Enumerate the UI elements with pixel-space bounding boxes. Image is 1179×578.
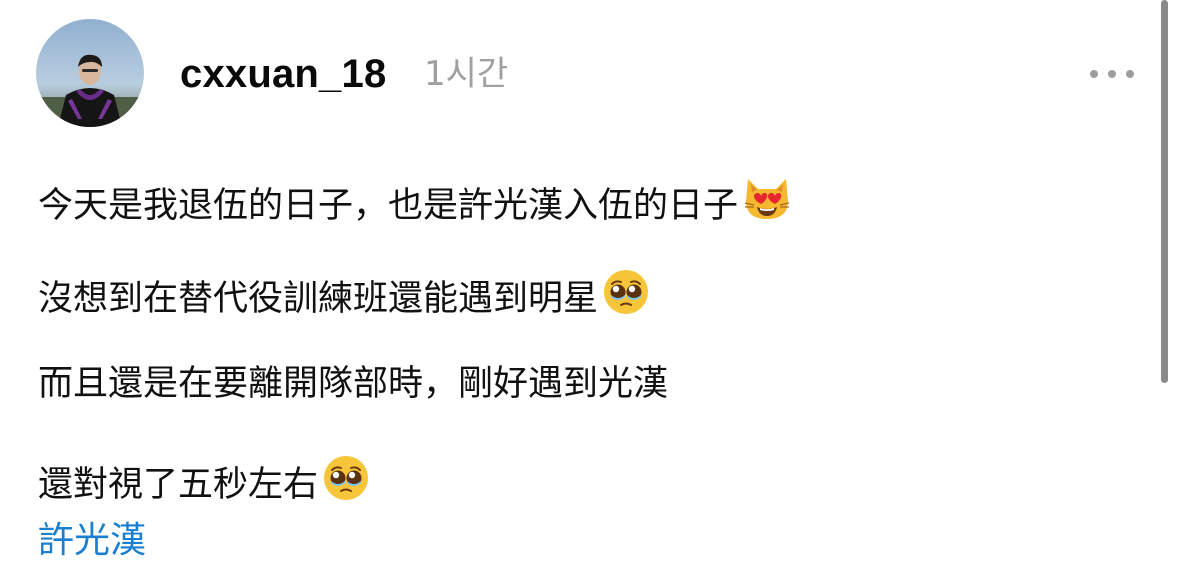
post-text: 還對視了五秒左右 [38,464,319,505]
post-text-line: 而且還是在要離開隊部時，剛好遇到光漢 [38,360,668,408]
more-options-button[interactable] [1090,60,1134,88]
heart-eyes-cat-emoji-icon [742,175,792,236]
post-text: 今天是我退伍的日子，也是許光漢入伍的日子 [38,185,739,226]
avatar[interactable] [36,19,144,127]
avatar-image [36,19,144,127]
hashtag-link[interactable]: 許光漢 [38,516,146,566]
more-horizontal-icon-dot [1126,70,1134,78]
post-card: cxxuan_18 1시간 今天是我退伍的日子，也是許光漢入伍的日子 沒想到在替… [0,0,1179,578]
username[interactable]: cxxuan_18 [180,50,386,98]
post-text: 而且還是在要離開隊部時，剛好遇到光漢 [38,364,669,404]
post-text: 沒想到在替代役訓練班還能遇到明星 [38,278,599,319]
more-horizontal-icon [1090,70,1098,78]
post-text-line: 今天是我退伍的日子，也是許光漢入伍的日子 [38,175,792,236]
post-text-line: 沒想到在替代役訓練班還能遇到明星 [38,268,650,329]
timestamp: 1시간 [424,54,509,94]
more-horizontal-icon-dot [1108,70,1116,78]
post-text-line: 還對視了五秒左右 [38,454,370,515]
pleading-face-emoji-icon [602,268,650,329]
scrollbar[interactable] [1161,0,1168,383]
pleading-face-emoji-icon [322,454,370,515]
